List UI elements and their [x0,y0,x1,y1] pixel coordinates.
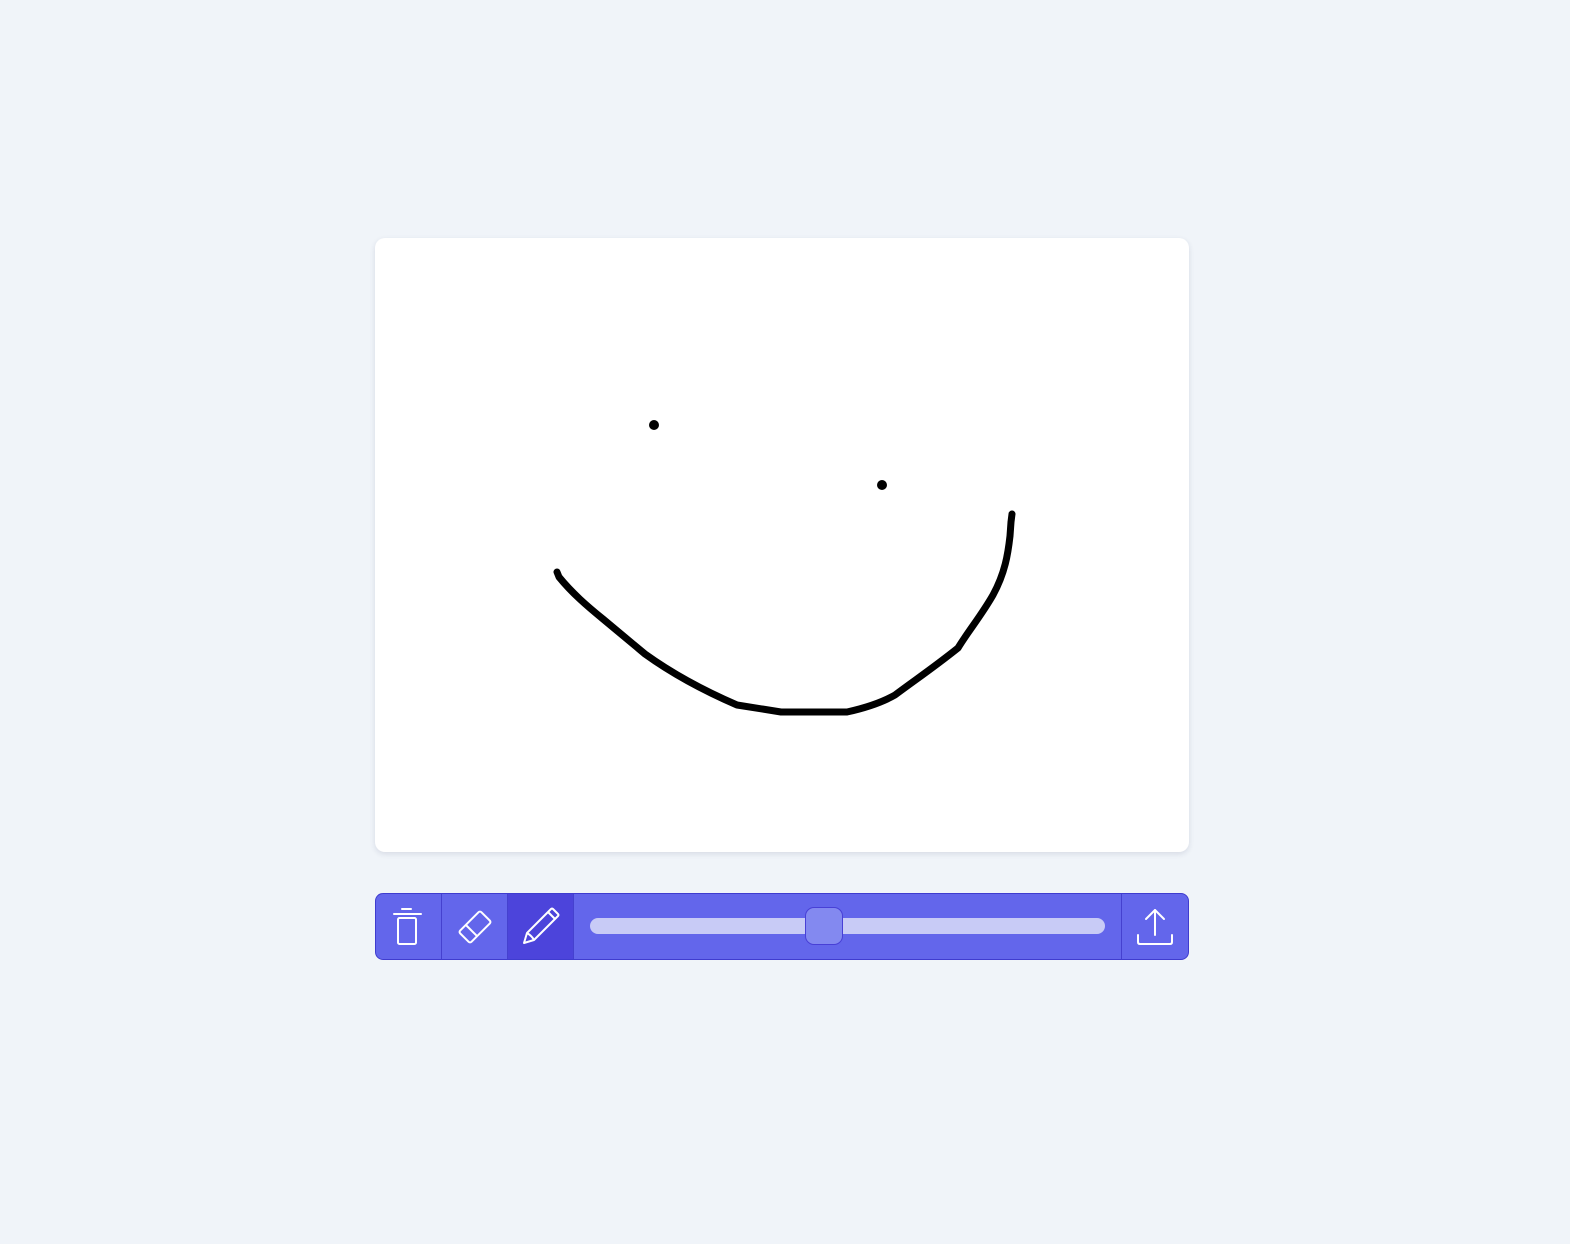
export-button[interactable] [1122,894,1188,959]
drawn-dot-right-eye [877,480,887,490]
trash-icon [392,907,422,945]
upload-icon [1137,908,1173,945]
slider-track[interactable] [590,918,1105,934]
drawing-canvas[interactable] [375,238,1189,852]
drawing-toolbar [375,893,1189,960]
pencil-icon [522,907,559,944]
pen-tool-button[interactable] [508,894,574,959]
drawing-surface[interactable] [375,238,1189,852]
brush-size-slider[interactable] [574,894,1122,959]
drawn-stroke-smile [553,510,1016,716]
eraser-icon [458,910,491,943]
clear-canvas-button[interactable] [376,894,442,959]
eraser-tool-button[interactable] [442,894,508,959]
slider-thumb[interactable] [804,907,843,945]
drawn-dot-left-eye [649,420,659,430]
